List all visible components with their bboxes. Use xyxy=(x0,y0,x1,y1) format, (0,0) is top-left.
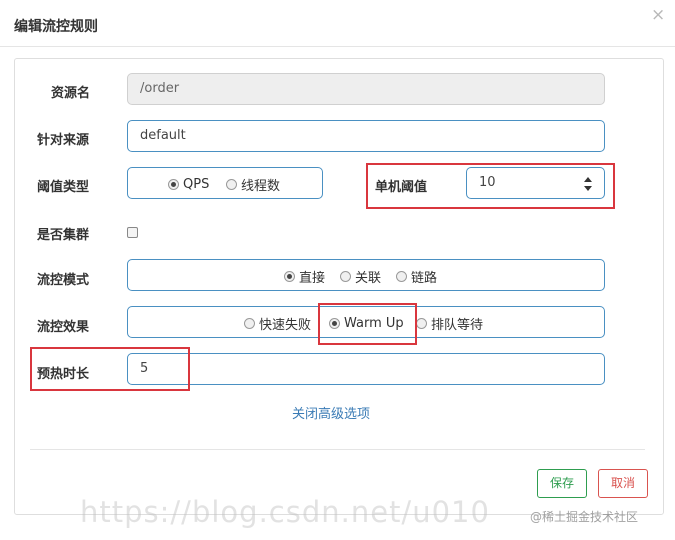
radio-icon xyxy=(340,270,351,282)
resource-label: 资源名 xyxy=(51,86,91,101)
footer-divider xyxy=(30,449,645,450)
behavior-option-fail-fast[interactable]: 快速失败 xyxy=(244,315,312,333)
cluster-checkbox[interactable] xyxy=(127,227,138,238)
limit-app-input[interactable]: default xyxy=(127,120,605,152)
strategy-option-label: 关联 xyxy=(355,270,382,286)
control-behavior-label: 流控效果 xyxy=(37,320,90,335)
radio-icon xyxy=(396,270,407,282)
warm-up-period-label: 预热时长 xyxy=(37,367,90,382)
toggle-advanced-options-link[interactable]: 关闭高级选项 xyxy=(292,403,370,422)
behavior-option-warm-up[interactable]: Warm Up xyxy=(329,315,404,331)
strategy-option-label: 链路 xyxy=(411,270,438,286)
spinner-arrows-icon[interactable] xyxy=(584,177,592,191)
save-button[interactable]: 保存 xyxy=(537,469,587,498)
strategy-option-chain[interactable]: 链路 xyxy=(396,268,438,286)
radio-icon xyxy=(416,317,427,329)
grade-radio-group: QPS 线程数 xyxy=(127,167,323,199)
grade-option-threads[interactable]: 线程数 xyxy=(226,176,281,194)
edit-flow-rule-dialog: 编辑流控规则 × 资源名 /order 针对来源 default 阈值类型 QP… xyxy=(0,0,675,540)
count-label: 单机阈值 xyxy=(375,180,428,195)
strategy-option-label: 直接 xyxy=(299,270,326,286)
dialog-title: 编辑流控规则 xyxy=(14,19,98,35)
strategy-option-relate[interactable]: 关联 xyxy=(340,268,382,286)
behavior-option-label: 排队等待 xyxy=(431,317,484,333)
strategy-label: 流控模式 xyxy=(37,273,90,288)
grade-option-qps[interactable]: QPS xyxy=(168,176,209,192)
cluster-label: 是否集群 xyxy=(37,228,90,243)
radio-icon xyxy=(226,178,237,190)
watermark-url: https://blog.csdn.net/u010 xyxy=(80,495,490,529)
close-icon[interactable]: × xyxy=(651,6,665,24)
radio-icon xyxy=(244,317,255,329)
limit-app-label: 针对来源 xyxy=(37,133,90,148)
resource-input[interactable]: /order xyxy=(127,73,605,105)
behavior-option-label: 快速失败 xyxy=(259,317,312,333)
radio-checked-icon xyxy=(329,317,340,329)
strategy-radio-group: 直接 关联 链路 xyxy=(127,259,605,291)
grade-option-label: 线程数 xyxy=(241,178,281,194)
count-input[interactable]: 10 xyxy=(466,167,605,199)
cancel-button[interactable]: 取消 xyxy=(598,469,648,498)
behavior-option-queue[interactable]: 排队等待 xyxy=(416,315,484,333)
behavior-option-label: Warm Up xyxy=(344,315,404,331)
watermark-source: @稀土掘金技术社区 xyxy=(530,510,639,524)
radio-checked-icon xyxy=(168,178,179,190)
strategy-option-direct[interactable]: 直接 xyxy=(284,268,326,286)
title-divider xyxy=(0,46,675,47)
grade-option-label: QPS xyxy=(183,176,210,192)
grade-label: 阈值类型 xyxy=(37,180,90,195)
radio-checked-icon xyxy=(284,270,295,282)
count-value: 10 xyxy=(479,175,496,190)
control-behavior-radio-group: 快速失败 Warm Up 排队等待 xyxy=(127,306,605,338)
warm-up-period-input[interactable]: 5 xyxy=(127,353,605,385)
